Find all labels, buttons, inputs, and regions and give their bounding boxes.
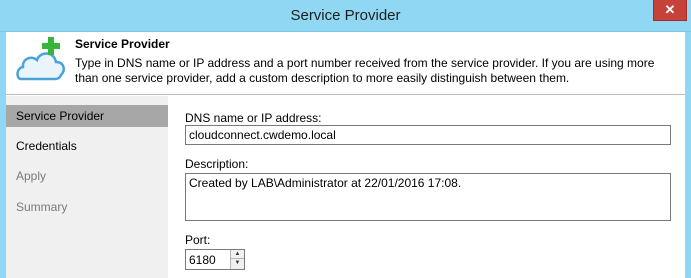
dns-input[interactable] (185, 125, 671, 145)
wizard-header: Service Provider Type in DNS name or IP … (6, 32, 685, 95)
description-textarea[interactable]: Created by LAB\Administrator at 22/01/20… (185, 173, 671, 221)
chevron-up-icon: ▲ (234, 251, 241, 257)
window-title: Service Provider (290, 7, 401, 24)
window-title-bar[interactable]: Service Provider ✕ (0, 0, 691, 32)
header-title: Service Provider (75, 37, 170, 51)
sidebar-item-credentials[interactable]: Credentials (6, 135, 168, 157)
sidebar-item-summary: Summary (16, 200, 68, 214)
cloud-add-icon (16, 37, 65, 81)
description-label: Description: (185, 157, 249, 171)
header-description: Type in DNS name or IP address and a por… (75, 56, 655, 85)
port-stepper[interactable]: ▲ ▼ (185, 249, 245, 270)
port-label: Port: (185, 233, 211, 247)
port-input[interactable] (186, 250, 230, 269)
sidebar-item-apply: Apply (16, 169, 47, 183)
close-icon: ✕ (664, 2, 676, 17)
dns-label: DNS name or IP address: (185, 111, 322, 125)
chevron-down-icon: ▼ (234, 260, 241, 266)
close-button[interactable]: ✕ (653, 0, 687, 21)
window-frame-right (685, 32, 691, 278)
port-decrement-button[interactable]: ▼ (230, 259, 244, 269)
wizard-steps-sidebar: Service Provider Credentials Apply Summa… (6, 96, 168, 278)
port-increment-button[interactable]: ▲ (230, 250, 244, 259)
sidebar-item-service-provider[interactable]: Service Provider (6, 105, 168, 127)
wizard-content: DNS name or IP address: Description: Cre… (168, 96, 685, 278)
